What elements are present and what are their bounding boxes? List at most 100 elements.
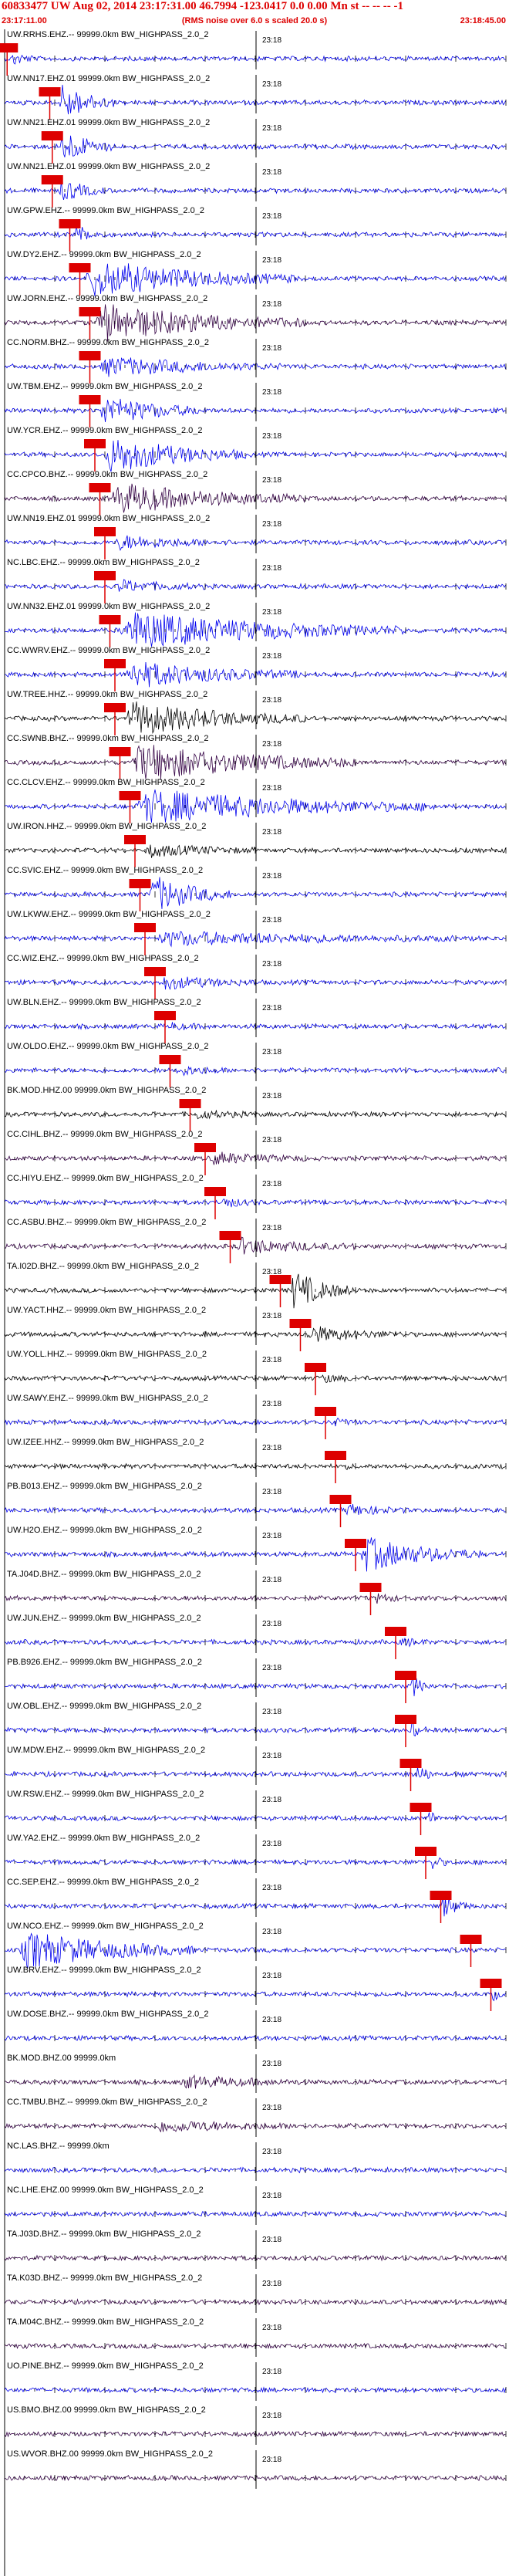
minute-marker-label: 23:18 xyxy=(262,2412,281,2420)
trace-label: UO.PINE.BHZ.-- 99999.0km BW_HIGHPASS_2.0… xyxy=(7,2361,204,2371)
minute-marker-label: 23:18 xyxy=(262,1884,281,1892)
trace-label: PB.B926.EHZ.-- 99999.0km BW_HIGHPASS_2.0… xyxy=(7,1658,202,1667)
minute-marker-label: 23:18 xyxy=(262,740,281,749)
trace-label: UW.JORN.EHZ.-- 99999.0km BW_HIGHPASS_2.0… xyxy=(7,294,207,303)
trace-row: 23:18 CC.TMBU.BHZ.-- 99999.0km BW_HIGHPAS… xyxy=(4,2098,507,2137)
trace-label: UW.RRHS.EHZ.-- 99999.0km BW_HIGHPASS_2.0… xyxy=(7,30,208,39)
trace-row: 23:18 TA.J04D.BHZ.-- 99999.0km BW_HIGHPAS… xyxy=(4,1570,507,1615)
minute-marker-label: 23:18 xyxy=(262,2368,281,2376)
trace-label: CC.SVIC.EHZ.-- 99999.0km BW_HIGHPASS_2.0… xyxy=(7,866,203,875)
time-ticks xyxy=(4,2431,507,2437)
minute-marker-label: 23:18 xyxy=(262,344,281,353)
trace-row: 23:18 UW.YCR.EHZ.-- 99999.0km BW_HIGHPASS… xyxy=(4,426,507,472)
trace-label: NC.LAS.BHZ.-- 99999.0km xyxy=(7,2142,110,2151)
trace-row: 23:18 UW.TBM.EHZ.-- 99999.0km BW_HIGHPASS… xyxy=(4,382,507,428)
minute-marker-label: 23:18 xyxy=(262,652,281,661)
minute-marker-label: 23:18 xyxy=(262,784,281,793)
minute-marker-label: 23:18 xyxy=(262,1312,281,1320)
trace-label: UW.OLDO.EHZ.-- 99999.0km BW_HIGHPASS_2.0… xyxy=(7,1042,208,1051)
trace-row: 23:18 BK.MOD.HHZ.00 99999.0km BW_HIGHPASS… xyxy=(4,1086,507,1131)
trace-label: CC.NORM.BHZ.-- 99999.0km BW_HIGHPASS_2.0… xyxy=(7,338,209,347)
minute-marker-label: 23:18 xyxy=(262,1840,281,1848)
minute-marker-label: 23:18 xyxy=(262,564,281,573)
time-ticks xyxy=(4,627,507,634)
trace-label: UW.SAWY.EHZ.-- 99999.0km BW_HIGHPASS_2.0… xyxy=(7,1394,208,1403)
minute-marker-label: 23:18 xyxy=(262,36,281,45)
trace-row: 23:18 TA.K03D.BHZ.-- 99999.0km BW_HIGHPAS… xyxy=(4,2273,507,2313)
trace-row: 23:18TA.I02D.BHZ.-- 99999.0km BW_HIGHPAS… xyxy=(4,1262,507,1309)
time-ticks xyxy=(4,1683,507,1689)
trace-label: CC.SEP.EHZ.-- 99999.0km BW_HIGHPASS_2.0_… xyxy=(7,1878,199,1887)
trace-row: 23:18 UW.GPW.EHZ.-- 99999.0km BW_HIGHPASS… xyxy=(4,206,507,252)
trace-label: UW.YA2.EHZ.-- 99999.0km BW_HIGHPASS_2.0_… xyxy=(7,1834,200,1843)
trace-label: UW.IRON.HHZ.-- 99999.0km BW_HIGHPASS_2.0… xyxy=(7,822,206,831)
minute-marker-label: 23:18 xyxy=(262,872,281,881)
trace-row: 23:18 UW.NN21.EHZ.01 99999.0km BW_HIGHPAS… xyxy=(4,162,507,208)
minute-marker-label: 23:18 xyxy=(262,2148,281,2156)
minute-marker-label: 23:18 xyxy=(262,80,281,89)
trace-label: NC.LBC.EHZ.-- 99999.0km BW_HIGHPASS_2.0_… xyxy=(7,558,200,567)
minute-marker-label: 23:18 xyxy=(262,256,281,265)
minute-marker-label: 23:18 xyxy=(262,608,281,617)
trace-row: 23:18 CC.SEP.EHZ.-- 99999.0km BW_HIGHPASS… xyxy=(4,1878,507,1923)
minute-marker-label: 23:18 xyxy=(262,2236,281,2244)
time-ticks xyxy=(4,2475,507,2481)
trace-row: 23:18 UW.NN19.EHZ.01 99999.0km BW_HIGHPAS… xyxy=(4,514,507,559)
minute-marker-label: 23:18 xyxy=(262,960,281,969)
trace-row: 23:18 UW.NCO.EHZ.-- 99999.0km BW_HIGHPASS… xyxy=(4,1922,507,1969)
trace-row: 23:18 CC.ASBU.BHZ.-- 99999.0km BW_HIGHPAS… xyxy=(4,1218,507,1263)
trace-label: UW.NN19.EHZ.01 99999.0km BW_HIGHPASS_2.0… xyxy=(7,514,210,523)
trace-row: 23:18 UW.BRV.EHZ.-- 99999.0km BW_HIGHPASS… xyxy=(4,1966,507,2011)
trace-row: 23:18 PB.B926.EHZ.-- 99999.0km BW_HIGHPAS… xyxy=(4,1658,507,1703)
trace-row: 23:18 UW.IRON.HHZ.-- 99999.0km BW_HIGHPAS… xyxy=(4,822,507,867)
minute-marker-label: 23:18 xyxy=(262,1092,281,1100)
trace-row: 23:18 UW.NN17.EHZ.01 99999.0km BW_HIGHPAS… xyxy=(4,74,507,120)
minute-marker-label: 23:18 xyxy=(262,1444,281,1452)
trace-label: UW.YOLL.HHZ.-- 99999.0km BW_HIGHPASS_2.0… xyxy=(7,1350,207,1359)
minute-marker-label: 23:18 xyxy=(262,1532,281,1540)
minute-marker-label: 23:18 xyxy=(262,1620,281,1628)
trace-label: UW.YCR.EHZ.-- 99999.0km BW_HIGHPASS_2.0_… xyxy=(7,426,203,435)
seismogram-plot: 23:18 UW.RRHS.EHZ.-- 99999.0km BW_HIGHPAS… xyxy=(0,29,507,2576)
minute-marker-label: 23:18 xyxy=(262,476,281,485)
trace-row: 23:18 TA.M04C.BHZ.-- 99999.0km BW_HIGHPAS… xyxy=(4,2317,507,2357)
trace-label: UW.H2O.EHZ.-- 99999.0km BW_HIGHPASS_2.0_… xyxy=(7,1526,202,1535)
trace-row: 23:18 UW.YA2.EHZ.-- 99999.0km BW_HIGHPASS… xyxy=(4,1834,507,1879)
trace-row: 23:18 CC.CIHL.BHZ.-- 99999.0km BW_HIGHPAS… xyxy=(4,1130,507,1175)
trace-row: 23:18 UW.NN32.EHZ.01 99999.0km BW_HIGHPAS… xyxy=(4,602,507,647)
trace-label: UW.RSW.EHZ.-- 99999.0km BW_HIGHPASS_2.0_… xyxy=(7,1790,204,1799)
time-ticks xyxy=(4,1815,507,1821)
trace-label: TA.K03D.BHZ.-- 99999.0km BW_HIGHPASS_2.0… xyxy=(7,2273,202,2283)
trace-row: 23:18 UW.IZEE.HHZ.-- 99999.0km BW_HIGHPAS… xyxy=(4,1438,507,1483)
minute-marker-label: 23:18 xyxy=(262,1488,281,1496)
trace-row: 23:18 CC.SVIC.EHZ.-- 99999.0km BW_HIGHPAS… xyxy=(4,866,507,911)
trace-label: UW.DY2.EHZ.-- 99999.0km BW_HIGHPASS_2.0_… xyxy=(7,250,201,259)
minute-marker-label: 23:18 xyxy=(262,1180,281,1188)
trace-label: UW.NN17.EHZ.01 99999.0km BW_HIGHPASS_2.0… xyxy=(7,74,210,83)
minute-marker-label: 23:18 xyxy=(262,1576,281,1584)
minute-marker-label: 23:18 xyxy=(262,432,281,441)
trace-row: 23:18 UW.RSW.EHZ.-- 99999.0km BW_HIGHPASS… xyxy=(4,1790,507,1835)
minute-marker-label: 23:18 xyxy=(262,520,281,529)
trace-label: CC.CLCV.EHZ.-- 99999.0km BW_HIGHPASS_2.0… xyxy=(7,778,205,787)
trace-row: 23:18 TA.J03D.BHZ.-- 99999.0km BW_HIGHPAS… xyxy=(4,2229,507,2269)
trace-row: 23:18 UW.OBL.EHZ.-- 99999.0km BW_HIGHPASS… xyxy=(4,1702,507,1747)
trace-label: UW.NN21.EHZ.01 99999.0km BW_HIGHPASS_2.0… xyxy=(7,162,210,171)
trace-row: 23:18 NC.LHE.EHZ.00 99999.0km BW_HIGHPASS… xyxy=(4,2186,507,2225)
minute-marker-label: 23:18 xyxy=(262,1224,281,1232)
minute-marker-label: 23:18 xyxy=(262,1004,281,1012)
minute-marker-label: 23:18 xyxy=(262,388,281,397)
trace-row: 23:18 UW.MDW.EHZ.-- 99999.0km BW_HIGHPASS… xyxy=(4,1746,507,1791)
time-ticks xyxy=(4,2035,507,2041)
trace-label: CC.HIYU.EHZ.-- 99999.0km BW_HIGHPASS_2.0… xyxy=(7,1174,204,1183)
time-ticks xyxy=(4,1903,507,1909)
trace-row: 23:18 UW.TREE.HHZ.-- 99999.0km BW_HIGHPAS… xyxy=(4,690,507,735)
trace-label: CC.CPCO.BHZ.-- 99999.0km BW_HIGHPASS_2.0… xyxy=(7,470,207,479)
trace-row: 23:18 UW.H2O.EHZ.-- 99999.0km BW_HIGHPASS… xyxy=(4,1526,507,1572)
trace-label: UW.YACT.HHZ.-- 99999.0km BW_HIGHPASS_2.0… xyxy=(7,1306,206,1315)
trace-label: CC.SWNB.BHZ.-- 99999.0km BW_HIGHPASS_2.0… xyxy=(7,734,208,743)
minute-marker-label: 23:18 xyxy=(262,124,281,133)
minute-marker-label: 23:18 xyxy=(262,300,281,309)
trace-label: UW.MDW.EHZ.-- 99999.0km BW_HIGHPASS_2.0_… xyxy=(7,1746,205,1755)
trace-row: 23:18 CC.WIZ.EHZ.-- 99999.0km BW_HIGHPASS… xyxy=(4,954,507,999)
